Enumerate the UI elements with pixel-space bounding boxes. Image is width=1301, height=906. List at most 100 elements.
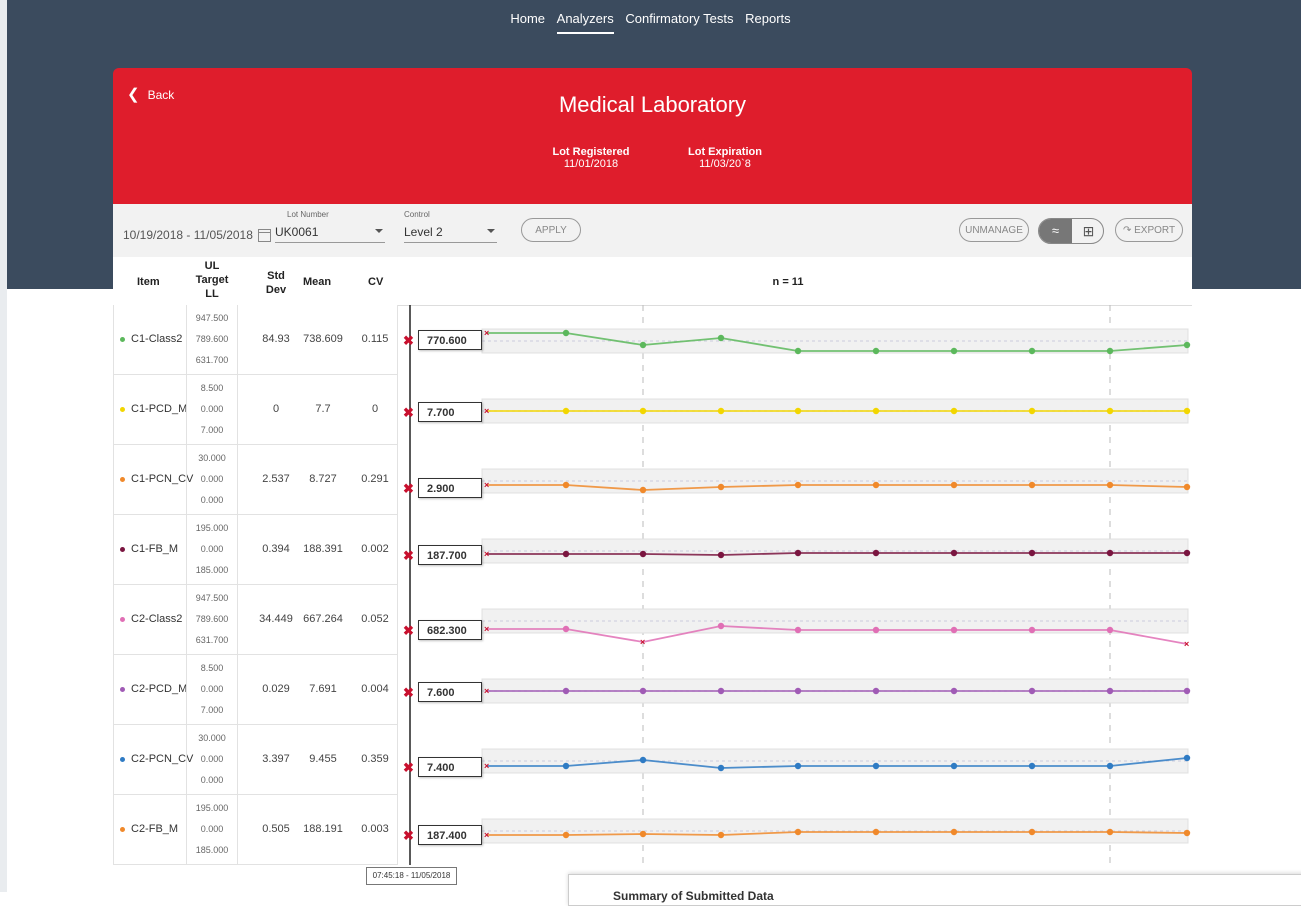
col-ul: UL (204, 260, 220, 272)
lot-number-label: Lot Number (287, 210, 329, 219)
data-point (562, 329, 570, 337)
table-row[interactable]: C1-Class2 947.500 789.600 631.700 84.93 738.6… (113, 305, 398, 375)
data-point (639, 756, 647, 764)
std-dev-value: 2.537 (262, 473, 290, 485)
item-label: C2-Class2 (131, 613, 183, 625)
col-item: Item (137, 276, 160, 288)
data-point (794, 407, 802, 415)
calendar-icon[interactable] (257, 229, 271, 243)
control-value[interactable]: Level 2 (404, 220, 497, 243)
target-value: 0.000 (200, 684, 224, 694)
data-point (794, 481, 802, 489)
nav-home[interactable]: Home (510, 11, 545, 32)
series-dot (120, 546, 125, 552)
nav-analyzers[interactable]: Analyzers (556, 11, 614, 34)
data-point (950, 828, 958, 836)
mean-value: 9.455 (309, 753, 337, 765)
latest-value-box[interactable]: 187.400 (418, 825, 482, 845)
data-point (562, 687, 570, 695)
view-toggle[interactable]: ≈ ⊞ (1038, 218, 1104, 244)
data-point (639, 407, 647, 415)
data-point (872, 828, 880, 836)
lot-expiration: Lot Expiration 11/03/20`8 (665, 146, 785, 170)
nav-reports[interactable]: Reports (745, 11, 791, 32)
rejected-point-icon: × (484, 686, 489, 696)
item-name: C1-FB_M (120, 543, 178, 555)
chart-view-icon[interactable]: ≈ (1039, 219, 1072, 243)
top-nav: Home Analyzers Confirmatory Tests Report… (0, 11, 1301, 34)
nav-confirmatory-tests[interactable]: Confirmatory Tests (625, 11, 733, 32)
latest-value-box[interactable]: 7.700 (418, 402, 482, 422)
lower-limit: 631.700 (195, 355, 229, 365)
table-row[interactable]: C2-PCN_CV 30.000 0.000 0.000 3.397 9.455 0.359 (113, 725, 398, 795)
control-text: Level 2 (404, 225, 443, 239)
series-dot (120, 406, 125, 412)
data-point (717, 622, 725, 630)
table-row[interactable]: C2-FB_M 195.000 0.000 185.000 0.505 188.191 0.… (113, 795, 398, 865)
table-row[interactable]: C2-Class2 947.500 789.600 631.700 34.449 667.… (113, 585, 398, 655)
latest-value-box[interactable]: 187.700 (418, 545, 482, 565)
data-point (1106, 549, 1114, 557)
std-dev-value: 34.449 (259, 613, 293, 625)
lower-limit: 7.000 (200, 425, 224, 435)
date-range-value: 10/19/2018 - 11/05/2018 (123, 228, 253, 242)
data-point (1106, 347, 1114, 355)
data-point (562, 407, 570, 415)
rejected-marker-icon: ✖ (403, 623, 414, 638)
latest-value-box[interactable]: 7.400 (418, 757, 482, 777)
table-row[interactable]: C1-PCN_CV 30.000 0.000 0.000 2.537 8.727 0.291 (113, 445, 398, 515)
limits-cell: 30.000 0.000 0.000 (186, 725, 238, 795)
lot-number-value[interactable]: UK0061 (275, 220, 385, 243)
latest-value-box[interactable]: 770.600 (418, 330, 482, 350)
lab-header: ❮ Back Medical Laboratory Lot Registered … (113, 68, 1192, 204)
item-label: C2-PCN_CV (131, 753, 194, 765)
unmanage-button[interactable]: UNMANAGE (959, 218, 1029, 242)
export-button[interactable]: ↷ EXPORT (1115, 218, 1183, 242)
n-count: n = 11 (772, 276, 804, 288)
data-point (1183, 341, 1191, 349)
summary-panel: Summary of Submitted Data (568, 874, 1301, 906)
data-point (562, 762, 570, 770)
data-point (794, 347, 802, 355)
rejected-marker-icon: ✖ (403, 333, 414, 348)
apply-button[interactable]: APPLY (521, 218, 581, 242)
series-dot (120, 686, 125, 692)
data-point (950, 407, 958, 415)
data-point (639, 830, 647, 838)
mean-value: 188.391 (303, 543, 343, 555)
table-row[interactable]: C1-PCD_M 8.500 0.000 7.000 0 7.7 0 (113, 375, 398, 445)
table-header: Item UL Target LL Std Dev Mean CV n = 11 (113, 257, 1192, 306)
table-view-icon[interactable]: ⊞ (1072, 219, 1103, 243)
limits-cell: 195.000 0.000 185.000 (186, 515, 238, 585)
summary-title: Summary of Submitted Data (613, 889, 774, 903)
data-point (794, 762, 802, 770)
std-dev-value: 0 (272, 403, 280, 415)
data-point (1106, 687, 1114, 695)
data-point (872, 762, 880, 770)
upper-limit: 195.000 (195, 803, 229, 813)
std-dev-value: 84.93 (262, 333, 290, 345)
mean-value: 8.727 (309, 473, 337, 485)
item-label: C1-FB_M (131, 543, 179, 555)
mean-value: 738.609 (303, 333, 343, 345)
data-point (1028, 347, 1036, 355)
data-point (872, 407, 880, 415)
data-point (794, 828, 802, 836)
rejected-point-icon: × (484, 624, 489, 634)
latest-value-box[interactable]: 682.300 (418, 620, 482, 640)
table-row[interactable]: C1-FB_M 195.000 0.000 185.000 0.394 188.391 0.… (113, 515, 398, 585)
limits-cell: 8.500 0.000 7.000 (186, 375, 238, 445)
std-dev-value: 0.029 (262, 683, 290, 695)
latest-value-box[interactable]: 7.600 (418, 682, 482, 702)
data-point (1183, 754, 1191, 762)
item-label: C1-PCD_M (131, 403, 188, 415)
control-select[interactable]: Control Level 2 (404, 210, 497, 243)
rejected-marker-icon: ✖ (403, 685, 414, 700)
latest-value-box[interactable]: 2.900 (418, 478, 482, 498)
lot-number-select[interactable]: Lot Number UK0061 (275, 210, 385, 243)
table-row[interactable]: C2-PCD_M 8.500 0.000 7.000 0.029 7.691 0.004 (113, 655, 398, 725)
data-point (1028, 687, 1036, 695)
date-range-picker[interactable]: 10/19/2018 - 11/05/2018 (123, 228, 271, 243)
rejected-point-icon: × (484, 328, 489, 338)
target-value: 0.000 (200, 754, 224, 764)
